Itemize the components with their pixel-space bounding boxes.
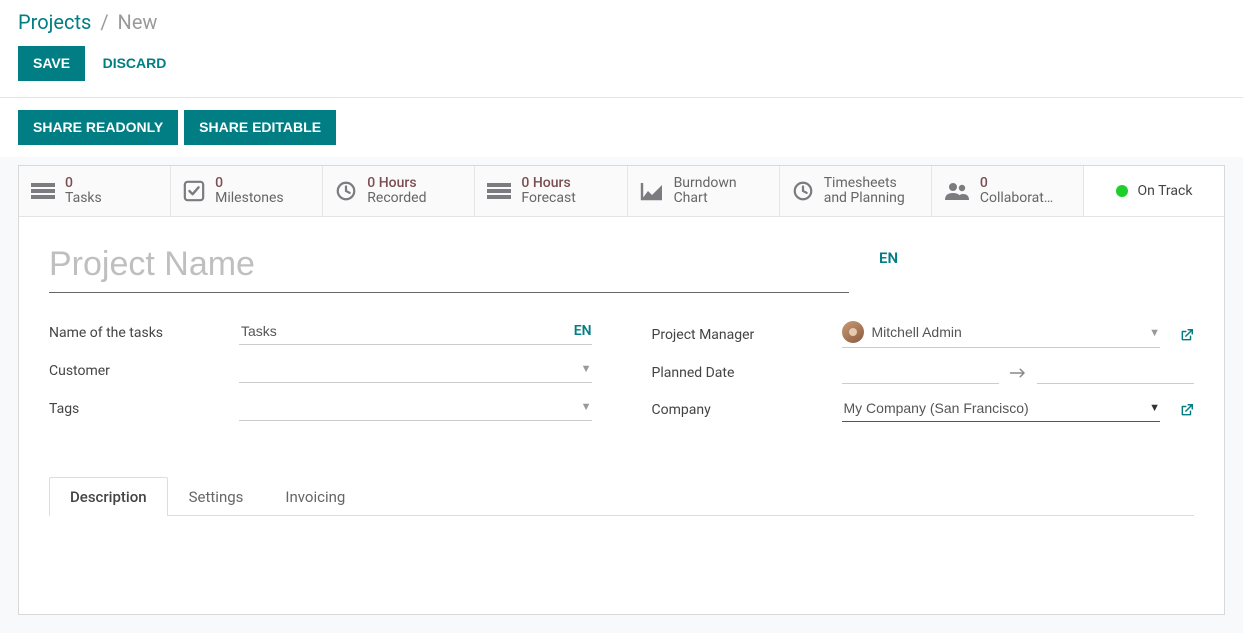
company-input[interactable] bbox=[842, 399, 1144, 417]
stat-forecast-count: 0 Hours bbox=[521, 176, 575, 191]
stat-milestones[interactable]: 0 Milestones bbox=[171, 166, 323, 217]
project-manager-input[interactable] bbox=[870, 323, 1144, 341]
clock-icon bbox=[335, 180, 357, 202]
stat-timesheets-label: Timesheets and Planning bbox=[824, 176, 919, 207]
name-of-tasks-lang[interactable]: EN bbox=[574, 323, 592, 339]
tags-input[interactable] bbox=[239, 398, 575, 416]
stat-collaborators[interactable]: 0 Collaborat… bbox=[932, 166, 1084, 217]
status-label: On Track bbox=[1138, 183, 1193, 199]
label-tags: Tags bbox=[49, 401, 229, 417]
burndown-icon bbox=[640, 181, 664, 201]
status-dot-icon bbox=[1116, 185, 1128, 197]
stat-collab-label: Collaborat… bbox=[980, 191, 1053, 206]
label-project-manager: Project Manager bbox=[652, 327, 832, 343]
chevron-down-icon: ▼ bbox=[581, 362, 592, 375]
customer-input[interactable] bbox=[239, 360, 575, 378]
breadcrumb-sep: / bbox=[100, 10, 108, 34]
stat-milestones-label: Milestones bbox=[215, 191, 284, 206]
stat-row: 0 Tasks 0 Milestones 0 Hours bbox=[19, 166, 1224, 218]
company-field[interactable]: ▼ bbox=[842, 398, 1161, 422]
name-of-tasks-field[interactable]: EN bbox=[239, 321, 592, 345]
stat-timesheets-planning[interactable]: Timesheets and Planning bbox=[780, 166, 932, 217]
arrow-right-icon bbox=[1009, 368, 1027, 378]
breadcrumb-current: New bbox=[118, 10, 158, 34]
project-name-input[interactable] bbox=[49, 241, 849, 293]
customer-field[interactable]: ▼ bbox=[239, 359, 592, 383]
project-manager-field[interactable]: ▼ bbox=[842, 321, 1161, 348]
stat-collab-count: 0 bbox=[980, 176, 1053, 191]
tasks-icon bbox=[31, 181, 55, 201]
form-body: EN Name of the tasks EN Customer bbox=[19, 217, 1224, 446]
stat-hours-recorded[interactable]: 0 Hours Recorded bbox=[323, 166, 475, 217]
breadcrumb-projects-link[interactable]: Projects bbox=[18, 10, 91, 34]
status-on-track[interactable]: On Track bbox=[1084, 166, 1224, 217]
share-bar: SHARE READONLY SHARE EDITABLE bbox=[0, 98, 1243, 157]
external-link-icon[interactable] bbox=[1180, 328, 1194, 342]
avatar bbox=[842, 321, 864, 343]
stat-hours-forecast[interactable]: 0 Hours Forecast bbox=[475, 166, 627, 217]
chevron-down-icon: ▼ bbox=[1149, 326, 1160, 339]
stat-tasks-label: Tasks bbox=[65, 191, 102, 206]
stat-tasks-count: 0 bbox=[65, 176, 102, 191]
label-name-of-tasks: Name of the tasks bbox=[49, 325, 229, 341]
stat-recorded-label: Recorded bbox=[367, 191, 426, 206]
share-editable-button[interactable]: SHARE EDITABLE bbox=[184, 110, 336, 145]
share-readonly-button[interactable]: SHARE READONLY bbox=[18, 110, 178, 145]
name-of-tasks-input[interactable] bbox=[239, 322, 566, 340]
stat-burndown-label: Burndown Chart bbox=[674, 176, 767, 207]
label-customer: Customer bbox=[49, 363, 229, 379]
action-bar: SAVE DISCARD bbox=[0, 40, 1243, 97]
tab-invoicing[interactable]: Invoicing bbox=[264, 477, 366, 516]
tab-description[interactable]: Description bbox=[49, 477, 168, 516]
label-planned-date: Planned Date bbox=[652, 365, 832, 381]
form-sheet: 0 Tasks 0 Milestones 0 Hours bbox=[18, 165, 1225, 615]
stat-burndown[interactable]: Burndown Chart bbox=[628, 166, 780, 217]
stat-milestones-count: 0 bbox=[215, 176, 284, 191]
title-lang-badge[interactable]: EN bbox=[879, 241, 898, 267]
discard-button[interactable]: DISCARD bbox=[89, 47, 181, 80]
clock-icon bbox=[792, 180, 814, 202]
stat-forecast-label: Forecast bbox=[521, 191, 575, 206]
users-icon bbox=[944, 181, 970, 201]
label-company: Company bbox=[652, 402, 832, 418]
external-link-icon[interactable] bbox=[1180, 403, 1194, 417]
breadcrumb: Projects / New bbox=[0, 0, 1243, 40]
planned-date-end[interactable] bbox=[1037, 362, 1194, 384]
planned-date-start[interactable] bbox=[842, 362, 999, 384]
chevron-down-icon: ▼ bbox=[581, 400, 592, 413]
tags-field[interactable]: ▼ bbox=[239, 397, 592, 421]
milestones-icon bbox=[183, 180, 205, 202]
sheet-wrap: 0 Tasks 0 Milestones 0 Hours bbox=[0, 157, 1243, 633]
forecast-icon bbox=[487, 181, 511, 201]
tabs: Description Settings Invoicing bbox=[49, 476, 1194, 516]
stat-tasks[interactable]: 0 Tasks bbox=[19, 166, 171, 217]
stat-recorded-count: 0 Hours bbox=[367, 176, 426, 191]
left-column: Name of the tasks EN Customer ▼ bbox=[49, 321, 592, 436]
save-button[interactable]: SAVE bbox=[18, 46, 85, 81]
chevron-down-icon: ▼ bbox=[1149, 401, 1160, 414]
tab-settings[interactable]: Settings bbox=[168, 477, 265, 516]
right-column: Project Manager ▼ Planned Date bbox=[652, 321, 1195, 436]
